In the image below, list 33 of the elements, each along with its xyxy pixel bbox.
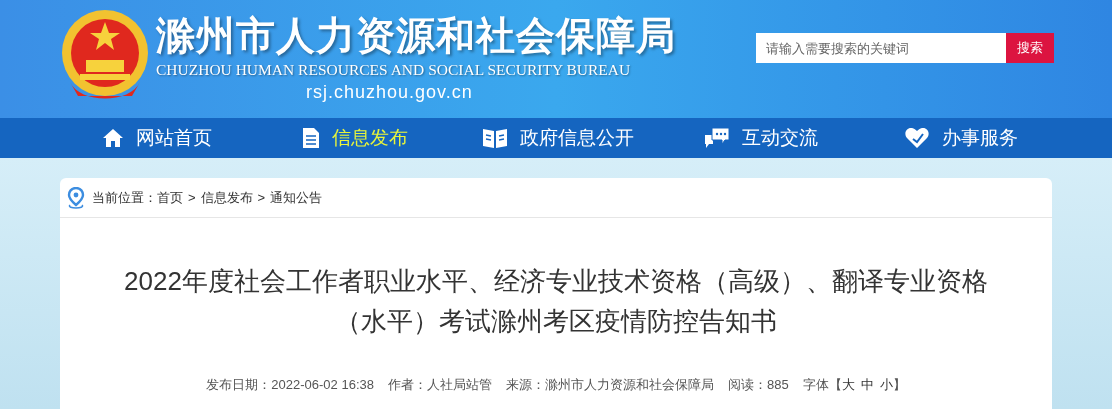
meta-info: 发布日期：2022-06-02 16:38 [206, 376, 374, 394]
article-title: 2022年度社会工作者职业水平、经济专业技术资格（高级）、翻译专业资格（水平）考试滁州考区疫情防控告知书 [123, 265, 989, 338]
document-icon [302, 127, 320, 149]
site-subtitle: CHUZHOU HUMAN RESOURCES AND SOCIAL SECURITY BUREAU [156, 60, 632, 80]
breadcrumb-separator: > [257, 188, 266, 207]
site-title: 滁州市人力资源和社会保障局 [156, 13, 676, 59]
nav-item[interactable]: 网站首页 [102, 123, 302, 153]
nav-item[interactable]: 办事服务 [904, 123, 1104, 153]
breadcrumb-link[interactable]: 首页 [157, 187, 183, 208]
font-size-link[interactable]: 大 [841, 375, 855, 395]
breadcrumb-label: 当前位置： [92, 188, 157, 207]
bracket: 【 [828, 376, 842, 394]
bracket: 】 [892, 376, 906, 394]
heart-icon [904, 127, 930, 149]
nav-item[interactable]: 信息发布 [302, 123, 482, 153]
search-button[interactable]: 搜索 [1006, 33, 1054, 63]
meta-info: 来源：滁州市人力资源和社会保障局 [505, 376, 714, 394]
chat-icon [704, 127, 730, 149]
nav-item[interactable]: 政府信息公开 [482, 123, 704, 153]
location-pin-icon [67, 186, 85, 209]
search-field[interactable]: 请输入需要搜索的关键词 [756, 33, 1006, 63]
font-size-link[interactable]: 中 [860, 375, 874, 395]
breadcrumb-link[interactable]: 信息发布 [200, 187, 253, 208]
meta-info: 作者：人社局站管 [387, 376, 492, 394]
breadcrumb-separator: > [188, 188, 196, 207]
font-size-label: 字体 [802, 376, 829, 394]
font-size-link[interactable]: 小 [879, 375, 893, 395]
site-domain: rsj.chuzhou.gov.cn [305, 81, 474, 104]
meta-info: 阅读：885 [727, 376, 789, 394]
nav-item[interactable]: 互动交流 [704, 123, 904, 153]
book-icon [482, 127, 508, 149]
breadcrumb-link[interactable]: 通知公告 [270, 187, 323, 208]
home-icon [102, 128, 124, 148]
